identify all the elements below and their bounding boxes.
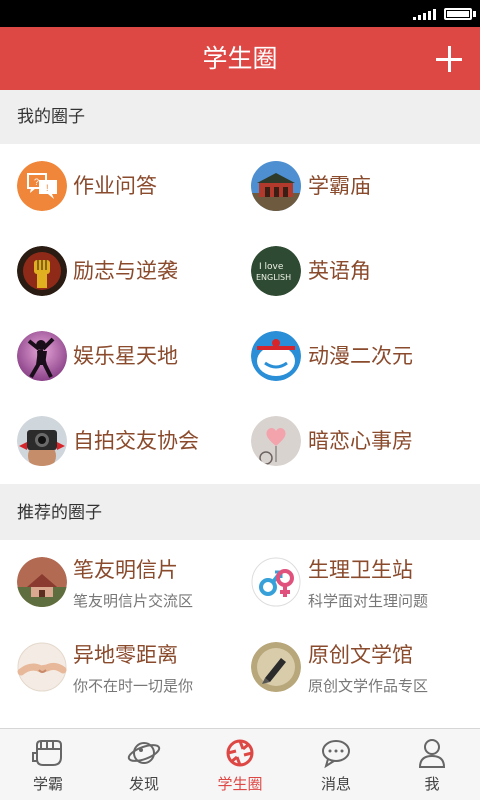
circle-item-xueba-temple[interactable]: 学霸庙	[0, 144, 480, 229]
bottom-tab-bar: 学霸 发现 学生圈 消息 我	[0, 728, 480, 800]
circle-name: 英语角	[308, 259, 371, 283]
fountain-pen-icon	[251, 642, 301, 692]
signal-icon	[413, 8, 436, 20]
my-circles-list: ? ! 作业问答 学霸庙 励志与逆袭 I love ENGLISH 英语角 娱乐…	[0, 144, 480, 484]
circle-item-english-corner[interactable]: I love ENGLISH 英语角	[0, 229, 480, 314]
heart-balloon-icon	[251, 416, 301, 466]
circle-name: 学霸庙	[308, 174, 371, 198]
my-circles-header: 我的圈子	[0, 90, 480, 144]
aperture-icon	[223, 737, 257, 769]
status-bar	[0, 0, 480, 27]
tab-discover[interactable]: 发现	[96, 729, 192, 800]
page-title: 学生圈	[202, 44, 278, 73]
circle-name: 动漫二次元	[308, 344, 413, 368]
tab-messages[interactable]: 消息	[288, 729, 384, 800]
add-circle-button[interactable]	[436, 46, 462, 72]
tab-label: 学生圈	[217, 775, 263, 793]
tab-label: 发现	[128, 775, 159, 793]
svg-text:ENGLISH: ENGLISH	[256, 273, 291, 282]
circle-name: 暗恋心事房	[308, 429, 413, 453]
circle-description: 原创文学作品专区	[308, 677, 429, 695]
circle-item-secret-crush[interactable]: 暗恋心事房	[0, 399, 480, 484]
section-title: 推荐的圈子	[17, 503, 102, 523]
circle-item-anime[interactable]: 动漫二次元	[0, 314, 480, 399]
i-love-english-icon: I love ENGLISH	[251, 246, 301, 296]
circle-item-original-literature[interactable]: 原创文学馆 原创文学作品专区	[0, 625, 480, 710]
battery-icon	[444, 8, 472, 20]
recommended-circles-list: 笔友明信片 笔友明信片交流区 生理卫生站 科学面对生理问题 异地零距离 你不在时…	[0, 540, 480, 728]
person-icon	[415, 737, 449, 769]
svg-text:I love: I love	[259, 262, 284, 272]
tab-xueba[interactable]: 学霸	[0, 729, 96, 800]
tab-student-circle[interactable]: 学生圈	[192, 729, 288, 800]
tab-label: 学霸	[32, 775, 63, 793]
circle-name: 生理卫生站	[308, 558, 413, 582]
circle-description: 科学面对生理问题	[308, 592, 429, 610]
fist-icon	[31, 737, 65, 769]
section-title: 我的圈子	[17, 107, 85, 127]
tab-label: 我	[424, 775, 440, 793]
tab-me[interactable]: 我	[384, 729, 480, 800]
circle-name: 原创文学馆	[308, 643, 413, 667]
temple-photo-icon	[251, 161, 301, 211]
tab-label: 消息	[320, 775, 351, 793]
chat-bubble-icon	[319, 737, 353, 769]
gender-symbols-icon	[251, 557, 301, 607]
recommended-circles-header: 推荐的圈子	[0, 486, 480, 540]
app-header: 学生圈	[0, 27, 480, 90]
doraemon-icon	[251, 331, 301, 381]
planet-icon	[127, 737, 161, 769]
circle-item-health-station[interactable]: 生理卫生站 科学面对生理问题	[0, 540, 480, 625]
